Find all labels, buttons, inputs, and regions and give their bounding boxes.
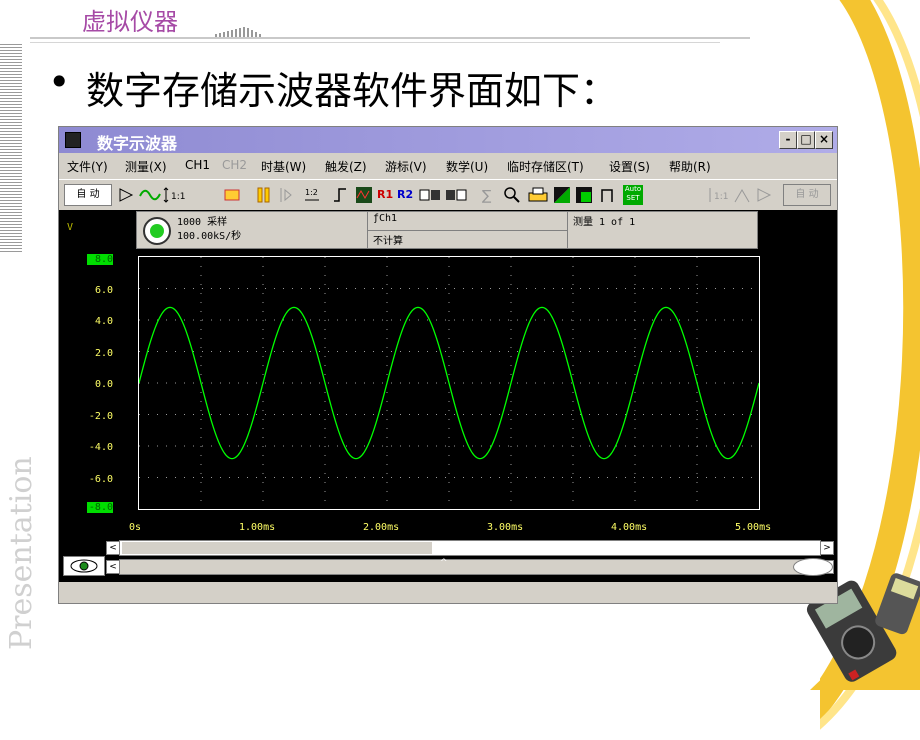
- side-watermark: Presentation: [4, 456, 39, 650]
- header-rule: [30, 37, 750, 39]
- y-tick-label: 8.0: [87, 254, 113, 265]
- svg-text:∑: ∑: [482, 188, 492, 204]
- bullet: •: [48, 60, 71, 104]
- measure-text: 测量 1 of 1: [573, 217, 636, 228]
- step-icon[interactable]: [277, 186, 295, 204]
- run-indicator-dot: [150, 224, 164, 238]
- menu-buffer[interactable]: 临时存储区(T): [507, 158, 584, 175]
- menu-help[interactable]: 帮助(R): [669, 158, 711, 175]
- oscilloscope-window: 数字示波器 - □ × 文件(Y) 测量(X) CH1 CH2 时基(W) 触发…: [58, 126, 838, 604]
- x-tick-label: 3.00ms: [487, 522, 524, 533]
- y-tick-label: 2.0: [94, 348, 113, 359]
- y-tick-label: 4.0: [94, 316, 113, 327]
- y-tick-label: -6.0: [88, 474, 113, 485]
- sine-icon[interactable]: [139, 186, 161, 204]
- ref1-button[interactable]: R1: [377, 184, 393, 206]
- sine-trace: [139, 306, 759, 460]
- center-marker: ^: [440, 558, 448, 568]
- window-title: 数字示波器: [97, 134, 178, 153]
- menu-settings[interactable]: 设置(S): [609, 158, 650, 175]
- scale-1to1-icon[interactable]: 1:1: [163, 186, 187, 204]
- svg-text:1:2: 1:2: [305, 188, 318, 197]
- menu-measure[interactable]: 测量(X): [125, 158, 167, 175]
- calc-text: 不计算: [373, 236, 403, 247]
- waveform-plot[interactable]: [138, 256, 760, 510]
- menu-trigger[interactable]: 触发(Z): [325, 158, 367, 175]
- x-tick-label: 1.00ms: [239, 522, 276, 533]
- single-shot-icon[interactable]: 1:2: [303, 186, 321, 204]
- print-icon[interactable]: [527, 186, 549, 204]
- pause-icon[interactable]: [255, 186, 273, 204]
- info-panel: 1000 采样 100.00kS/秒 ƒCh1 不计算 测量 1 of 1: [136, 211, 758, 249]
- play-disabled-icon[interactable]: [755, 186, 773, 204]
- app-icon: [65, 132, 81, 148]
- play-icon[interactable]: [117, 186, 135, 204]
- scope-view-icon[interactable]: [355, 186, 373, 204]
- svg-text:1:1: 1:1: [171, 192, 185, 202]
- color-icon[interactable]: [553, 186, 571, 204]
- menu-math[interactable]: 数学(U): [446, 158, 488, 175]
- header-bars-decoration: [215, 27, 261, 38]
- menu-file[interactable]: 文件(Y): [67, 158, 108, 175]
- x-tick-label: 0s: [129, 522, 142, 533]
- persist-icon[interactable]: [575, 186, 593, 204]
- left-stripe-decoration: [0, 44, 22, 254]
- menu-cursor[interactable]: 游标(V): [385, 158, 427, 175]
- scroll-right-arrow[interactable]: >: [820, 541, 834, 555]
- zoom-icon[interactable]: [503, 186, 521, 204]
- y-tick-label: -4.0: [88, 442, 113, 453]
- auto-right-button[interactable]: 自 动: [783, 184, 831, 206]
- x-tick-label: 5.00ms: [735, 522, 772, 533]
- horizontal-scrollbar-top[interactable]: < >: [106, 540, 834, 556]
- y-unit-label: V: [67, 222, 74, 233]
- autoset-button[interactable]: Auto SET: [623, 185, 643, 205]
- x-tick-label: 2.00ms: [363, 522, 400, 533]
- info-channel-rule: [367, 230, 567, 231]
- minimize-button[interactable]: -: [779, 131, 797, 149]
- samples-text: 1000 采样: [177, 217, 228, 228]
- menu-timebase[interactable]: 时基(W): [261, 158, 306, 175]
- title-bar[interactable]: 数字示波器 - □ ×: [59, 127, 837, 153]
- y-tick-label: 0.0: [94, 379, 113, 390]
- menu-bar: 文件(Y) 测量(X) CH1 CH2 时基(W) 触发(Z) 游标(V) 数学…: [59, 155, 837, 177]
- scroll-left-arrow[interactable]: <: [106, 541, 120, 555]
- menu-ch2[interactable]: CH2: [222, 158, 247, 172]
- slide-heading: 数字存储示波器软件界面如下：: [86, 69, 619, 113]
- scroll-left-arrow-bottom[interactable]: <: [106, 560, 120, 574]
- y-tick-label: -2.0: [88, 411, 113, 422]
- run-indicator-button[interactable]: [143, 217, 171, 245]
- menu-ch1[interactable]: CH1: [185, 158, 210, 172]
- y-tick-label: -8.0: [87, 502, 113, 513]
- swap-ref-icon[interactable]: [445, 186, 467, 204]
- maximize-button[interactable]: □: [797, 131, 815, 149]
- scope-display: V 1000 采样 100.00kS/秒 ƒCh1 不计算 测量 1 of 1 …: [59, 210, 837, 582]
- trigger-edge-icon[interactable]: [331, 186, 349, 204]
- eye-button[interactable]: [63, 556, 105, 576]
- channel-text: ƒCh1: [373, 213, 398, 224]
- oval-button[interactable]: [793, 558, 833, 576]
- auto-button[interactable]: 自 动: [64, 184, 112, 206]
- svg-text:1:1: 1:1: [714, 192, 728, 202]
- sum-icon[interactable]: ∑: [479, 186, 497, 204]
- fft-disabled-icon[interactable]: [733, 186, 751, 204]
- scale-1to1-disabled-icon[interactable]: 1:1: [707, 186, 731, 204]
- sample-rate-text: 100.00kS/秒: [177, 231, 242, 242]
- eye-icon: [70, 559, 98, 573]
- pulse-icon[interactable]: [599, 186, 617, 204]
- toolbar: 自 动 1:1 1:2 R1 R2 ∑ Auto SET 1:1 自 动: [59, 179, 837, 210]
- slide-header: 虚拟仪器: [82, 8, 178, 36]
- scroll-thumb-top[interactable]: [122, 542, 432, 554]
- close-button[interactable]: ×: [815, 131, 833, 149]
- x-tick-label: 4.00ms: [611, 522, 648, 533]
- copy-ref-icon[interactable]: [419, 186, 441, 204]
- ref2-button[interactable]: R2: [397, 184, 413, 206]
- header-rule-secondary: [30, 42, 720, 43]
- y-tick-label: 6.0: [94, 285, 113, 296]
- horizontal-scrollbar-bottom[interactable]: < ^ >: [106, 558, 834, 575]
- info-divider-2: [567, 212, 568, 248]
- marker-icon[interactable]: [223, 186, 241, 204]
